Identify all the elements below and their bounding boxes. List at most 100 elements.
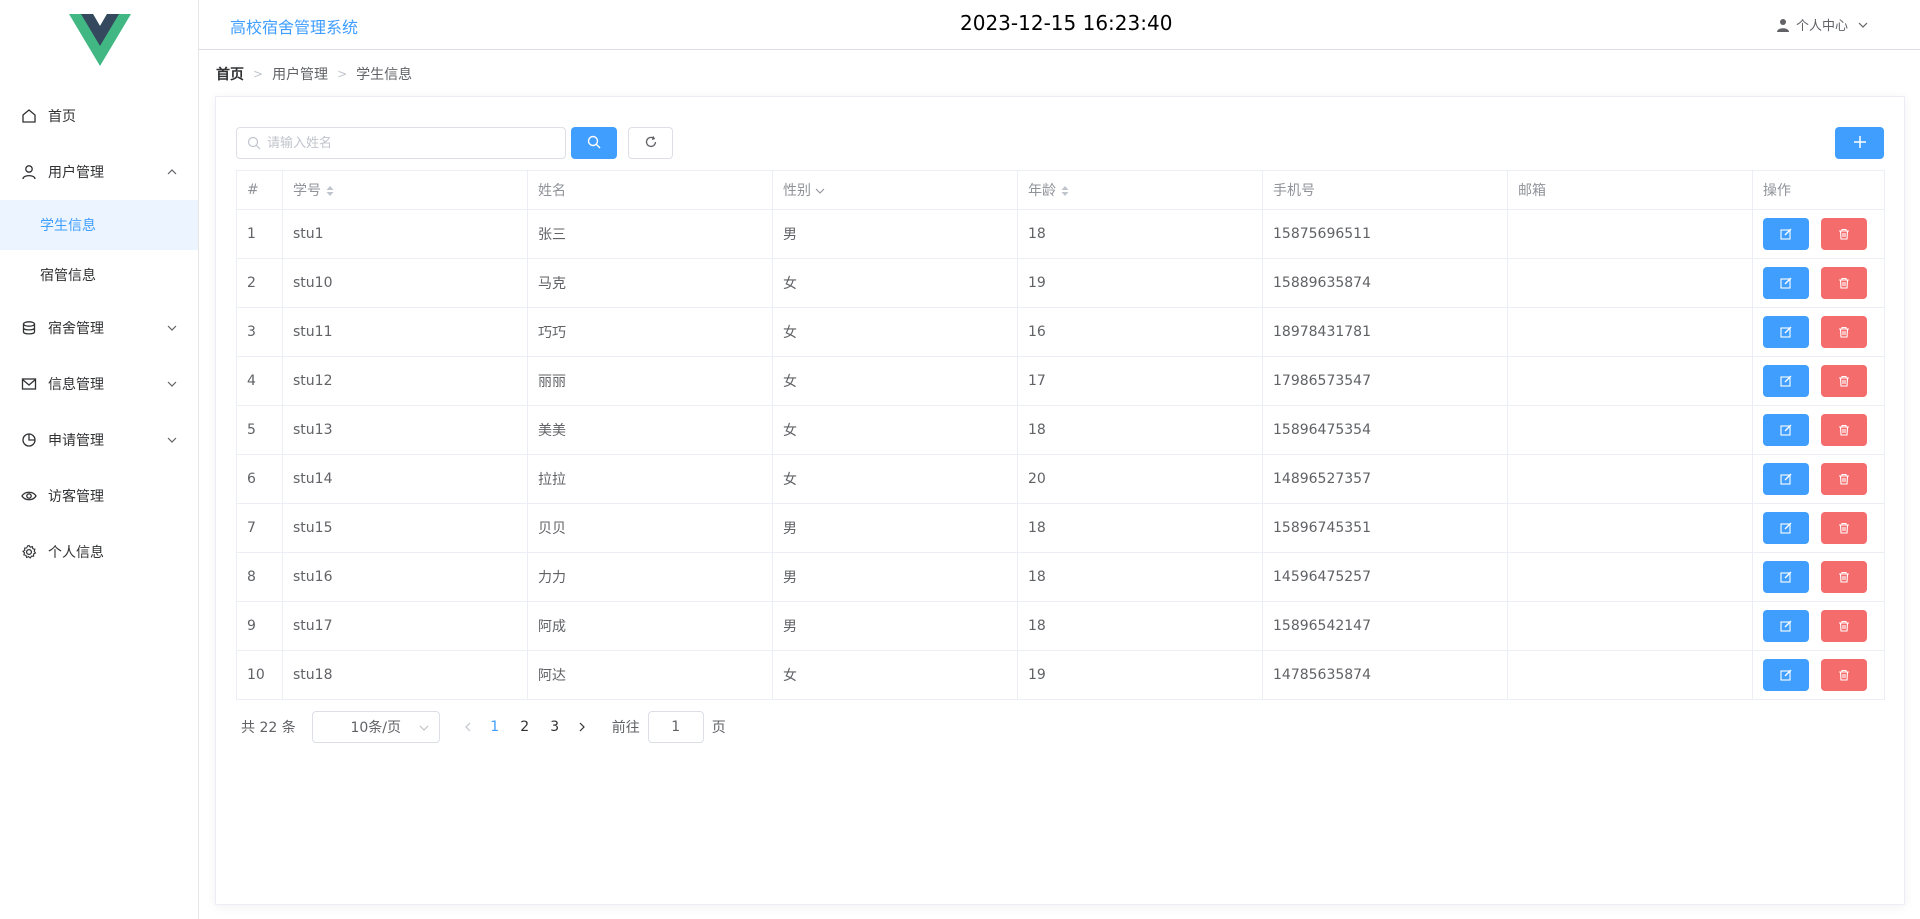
- breadcrumb-home[interactable]: 首页: [216, 64, 244, 84]
- sidebar-item-student-info[interactable]: 学生信息: [0, 200, 198, 250]
- user-icon: [20, 163, 38, 181]
- column-header-gender[interactable]: 性别: [772, 170, 1018, 210]
- edit-button[interactable]: [1763, 267, 1809, 299]
- row-actions: [1763, 512, 1884, 544]
- prev-page-button[interactable]: [456, 713, 480, 741]
- edit-icon: [1780, 620, 1792, 632]
- edit-button[interactable]: [1763, 365, 1809, 397]
- cell-index: 9: [236, 601, 283, 651]
- user-center-dropdown[interactable]: 个人中心: [1776, 15, 1868, 34]
- column-header-student-id[interactable]: 学号: [282, 170, 528, 210]
- cell-actions: [1752, 405, 1885, 455]
- edit-button[interactable]: [1763, 316, 1809, 348]
- table-row: 3 stu11 巧巧女 16 18978431781: [236, 307, 1885, 357]
- cell-gender: 男: [772, 601, 1018, 651]
- delete-button[interactable]: [1821, 414, 1867, 446]
- search-button[interactable]: [571, 127, 617, 159]
- search-input[interactable]: [267, 135, 557, 151]
- delete-button[interactable]: [1821, 267, 1867, 299]
- cell-index: 2: [236, 258, 283, 308]
- cell-name: 阿达: [527, 650, 773, 700]
- cell-actions: [1752, 552, 1885, 602]
- sidebar-item-dorm-manager-info[interactable]: 宿管信息: [0, 250, 198, 300]
- vue-logo: [69, 14, 131, 66]
- trash-icon: [1839, 571, 1849, 583]
- sidebar-item-dorm-management[interactable]: 宿舍管理: [0, 300, 198, 356]
- cell-index: 10: [236, 650, 283, 700]
- eye-icon: [20, 487, 38, 505]
- add-student-button[interactable]: [1835, 127, 1884, 159]
- row-actions: [1763, 218, 1884, 250]
- chevron-down-icon: [166, 378, 178, 390]
- goto-page-input[interactable]: [647, 711, 704, 743]
- cell-index: 4: [236, 356, 283, 406]
- cell-email: [1507, 503, 1753, 553]
- cell-index: 5: [236, 405, 283, 455]
- cell-name: 丽丽: [527, 356, 773, 406]
- search-icon: [587, 134, 601, 153]
- cell-phone: 14596475257: [1262, 552, 1508, 602]
- filter-chevron-down-icon[interactable]: [815, 185, 825, 197]
- cell-age: 17: [1017, 356, 1263, 406]
- page-size-select[interactable]: 10条/页: [311, 711, 440, 743]
- cell-gender: 女: [772, 307, 1018, 357]
- edit-button[interactable]: [1763, 218, 1809, 250]
- edit-button[interactable]: [1763, 414, 1809, 446]
- sort-caret-icon[interactable]: [1060, 185, 1070, 197]
- delete-button[interactable]: [1821, 512, 1867, 544]
- clock-display: 2023-12-15 16:23:40: [960, 11, 1173, 35]
- column-header-phone: 手机号: [1262, 170, 1508, 210]
- cell-phone: 14896527357: [1262, 454, 1508, 504]
- sidebar-item-info-management[interactable]: 信息管理: [0, 356, 198, 412]
- cell-gender: 女: [772, 650, 1018, 700]
- reset-button[interactable]: [628, 127, 673, 159]
- next-page-button[interactable]: [570, 713, 594, 741]
- sidebar-item-label: 访客管理: [48, 489, 104, 505]
- sort-caret-icon[interactable]: [325, 185, 335, 197]
- cell-index: 6: [236, 454, 283, 504]
- cell-age: 19: [1017, 258, 1263, 308]
- delete-button[interactable]: [1821, 561, 1867, 593]
- sidebar-item-label: 信息管理: [48, 377, 104, 393]
- column-header-age[interactable]: 年龄: [1017, 170, 1263, 210]
- edit-button[interactable]: [1763, 659, 1809, 691]
- edit-button[interactable]: [1763, 610, 1809, 642]
- top-header: 高校宿舍管理系统 2023-12-15 16:23:40 个人中心: [199, 0, 1920, 50]
- page-number[interactable]: 1: [480, 719, 510, 735]
- sidebar-item-visitor-management[interactable]: 访客管理: [0, 468, 198, 524]
- edit-icon: [1780, 522, 1792, 534]
- delete-button[interactable]: [1821, 659, 1867, 691]
- delete-button[interactable]: [1821, 316, 1867, 348]
- trash-icon: [1839, 277, 1849, 289]
- page-number[interactable]: 3: [540, 719, 570, 735]
- cell-actions: [1752, 454, 1885, 504]
- delete-button[interactable]: [1821, 463, 1867, 495]
- chevron-down-icon: [166, 322, 178, 334]
- cell-actions: [1752, 209, 1885, 259]
- sidebar-item-application-management[interactable]: 申请管理: [0, 412, 198, 468]
- edit-button[interactable]: [1763, 512, 1809, 544]
- cell-student-id: stu10: [282, 258, 528, 308]
- cell-student-id: stu14: [282, 454, 528, 504]
- user-center-label: 个人中心: [1795, 19, 1848, 34]
- cell-student-id: stu11: [282, 307, 528, 357]
- page-number[interactable]: 2: [510, 719, 540, 735]
- delete-button[interactable]: [1821, 365, 1867, 397]
- cell-actions: [1752, 601, 1885, 651]
- cell-actions: [1752, 356, 1885, 406]
- row-actions: [1763, 365, 1884, 397]
- delete-button[interactable]: [1821, 218, 1867, 250]
- delete-button[interactable]: [1821, 610, 1867, 642]
- breadcrumb-separator-icon: >: [253, 67, 264, 81]
- sidebar-item-home[interactable]: 首页: [0, 88, 198, 144]
- sidebar-item-user-management[interactable]: 用户管理: [0, 144, 198, 200]
- sidebar-item-personal-info[interactable]: 个人信息: [0, 524, 198, 580]
- edit-button[interactable]: [1763, 561, 1809, 593]
- cell-gender: 男: [772, 552, 1018, 602]
- cell-name: 力力: [527, 552, 773, 602]
- trash-icon: [1839, 228, 1849, 240]
- edit-button[interactable]: [1763, 463, 1809, 495]
- cell-age: 16: [1017, 307, 1263, 357]
- cell-actions: [1752, 307, 1885, 357]
- table-body: 1 stu1 张三男 18 15875696511 2 stu10 马克女 19 15889635…: [236, 209, 1885, 700]
